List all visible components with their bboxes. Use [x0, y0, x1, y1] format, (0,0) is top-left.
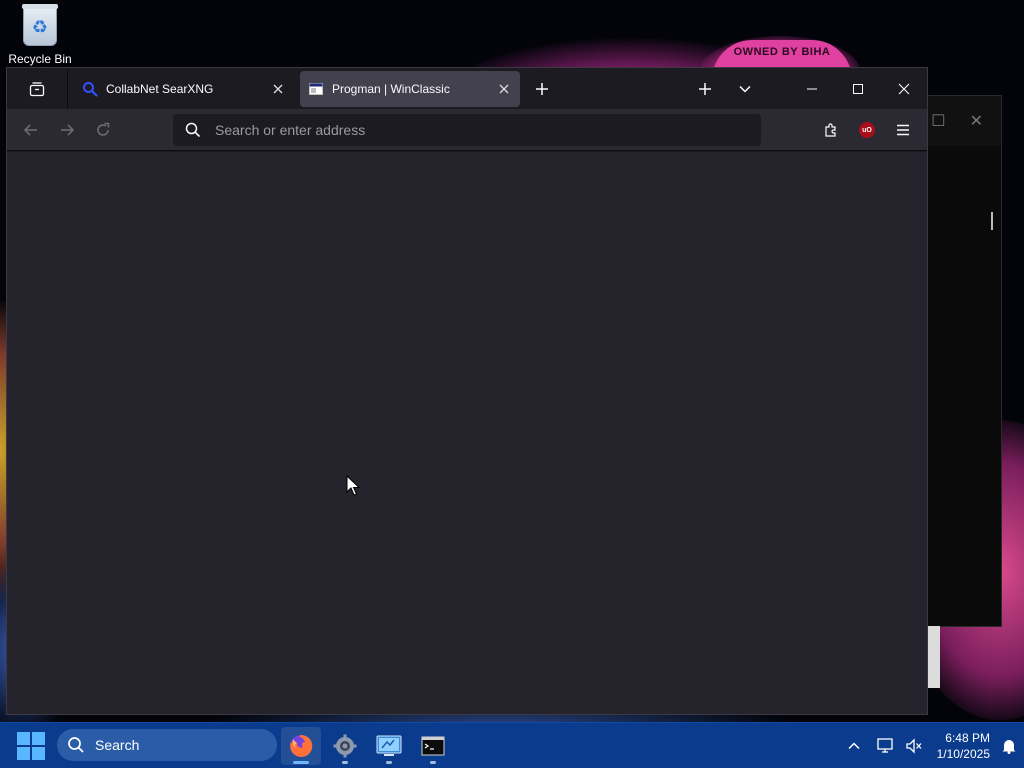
minimize-icon [807, 88, 817, 89]
volume-muted-icon [906, 738, 922, 754]
arrow-right-icon [61, 123, 75, 136]
tab-separator [67, 68, 68, 109]
tab-title: Progman | WinClassic [332, 81, 450, 96]
recycle-bin-icon: ♻ [22, 4, 58, 46]
ublock-origin-icon: uO [859, 122, 875, 138]
tab-progman-winclassic[interactable]: Progman | WinClassic [300, 70, 520, 107]
taskbar-app-firefox[interactable] [281, 727, 321, 765]
background-window-body [921, 146, 1001, 626]
navigation-toolbar: uO [7, 109, 927, 151]
taskbar-app-settings[interactable] [325, 727, 365, 765]
terminal-icon [421, 736, 445, 756]
maximize-button[interactable] [835, 68, 881, 109]
maximize-icon [853, 83, 863, 94]
plus-icon [536, 82, 548, 95]
clock-time: 6:48 PM [945, 731, 990, 745]
toolbar-right: uO [813, 114, 921, 146]
close-icon [273, 84, 283, 93]
windows-logo-icon [17, 732, 30, 745]
network-button[interactable] [872, 730, 900, 762]
gear-icon [333, 734, 357, 758]
windows-logo-icon [32, 747, 45, 760]
scrollbar-thumb[interactable] [991, 212, 993, 230]
active-indicator [293, 761, 309, 764]
list-all-tabs-button[interactable] [725, 68, 765, 109]
browser-window: CollabNet SearXNG Progman | WinClassic S… [6, 67, 928, 715]
start-button[interactable] [17, 732, 45, 760]
firefox-icon [290, 734, 313, 757]
new-tab-button-secondary[interactable] [685, 68, 725, 109]
running-indicator [430, 761, 436, 764]
puzzle-icon [825, 123, 836, 137]
taskbar-search[interactable]: Search [57, 729, 277, 761]
close-icon[interactable]: ✕ [970, 111, 983, 131]
chevron-up-icon [848, 742, 860, 750]
hamburger-menu-icon [897, 124, 909, 136]
network-icon [877, 738, 893, 753]
clock-date: 1/10/2025 [936, 747, 990, 761]
windows-logo-icon [17, 747, 30, 760]
search-icon [82, 81, 98, 97]
minimize-button[interactable] [789, 68, 835, 109]
taskbar-app-terminal[interactable] [413, 727, 453, 765]
search-icon [185, 122, 201, 138]
tab-collabnet-searxng[interactable]: CollabNet SearXNG [74, 71, 294, 107]
taskbar: Search 6:48 PM 1/10/2025 [0, 722, 1024, 768]
ublock-origin-button[interactable]: uO [849, 114, 885, 146]
taskbar-clock[interactable]: 6:48 PM 1/10/2025 [928, 730, 994, 762]
volume-button[interactable] [900, 730, 928, 762]
windows-logo-icon [32, 732, 45, 745]
tab-strip: CollabNet SearXNG Progman | WinClassic [7, 68, 927, 109]
search-icon [68, 737, 84, 753]
tabstrip-controls [685, 68, 927, 109]
tab-manager-icon [29, 81, 45, 96]
tab-title: CollabNet SearXNG [106, 81, 214, 96]
desktop-icon-recycle-bin[interactable]: ♻ Recycle Bin [4, 4, 76, 66]
chevron-down-icon [739, 85, 751, 93]
maximize-icon[interactable]: ☐ [931, 111, 945, 131]
reload-button[interactable] [85, 114, 121, 146]
forward-button[interactable] [49, 114, 85, 146]
plus-icon [699, 82, 711, 95]
tab-manager-button[interactable] [7, 68, 67, 109]
new-tab-button[interactable] [526, 73, 558, 105]
running-indicator [386, 761, 392, 764]
mouse-pointer-icon [346, 475, 360, 496]
extensions-button[interactable] [813, 114, 849, 146]
notifications-button[interactable] [994, 730, 1024, 762]
app-menu-button[interactable] [885, 114, 921, 146]
reload-icon [97, 122, 110, 136]
back-button[interactable] [13, 114, 49, 146]
url-input[interactable] [215, 122, 761, 138]
taskbar-app-control-panel[interactable] [369, 727, 409, 765]
close-window-button[interactable] [881, 68, 927, 109]
close-icon [898, 83, 910, 94]
bell-icon [1002, 740, 1016, 754]
control-panel-icon [376, 735, 402, 756]
window-icon [308, 81, 324, 97]
running-indicator [342, 761, 348, 764]
close-tab-button[interactable] [270, 81, 286, 97]
desktop-icon-label: Recycle Bin [8, 52, 72, 66]
page-content[interactable] [7, 152, 927, 714]
address-bar[interactable] [173, 114, 761, 146]
close-tab-button[interactable] [496, 81, 512, 97]
close-icon [499, 84, 509, 93]
show-hidden-icons-button[interactable] [840, 730, 868, 762]
taskbar-search-label: Search [95, 737, 140, 753]
arrow-left-icon [23, 123, 37, 136]
system-tray: 6:48 PM 1/10/2025 [840, 723, 1024, 768]
